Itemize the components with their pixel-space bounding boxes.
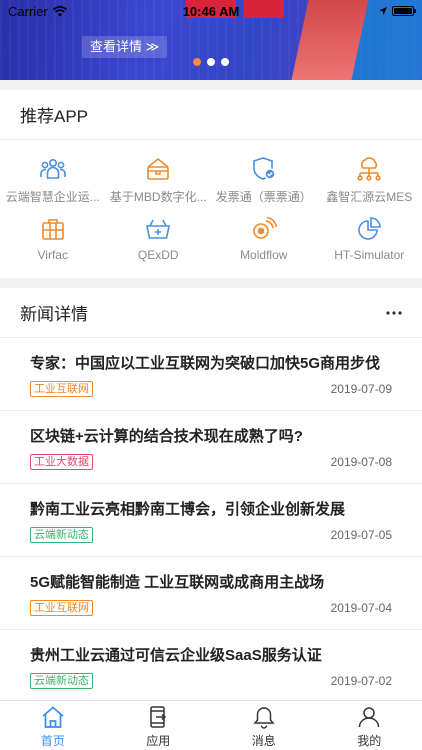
status-bar: Carrier 10:46 AM	[0, 0, 422, 22]
news-tag: 工业大数据	[30, 454, 93, 470]
recommended-apps-section: 推荐APP 云端智慧企业运... 基于MBD数字化... 发票通（票票通） 鑫智…	[0, 90, 422, 278]
news-date: 2019-07-08	[330, 455, 392, 469]
people-icon	[38, 154, 68, 184]
carousel-dot[interactable]	[207, 58, 215, 66]
section-title-text: 新闻详情	[20, 305, 88, 324]
app-item[interactable]: HT-Simulator	[317, 206, 422, 266]
news-headline: 黔南工业云亮相黔南工博会，引领企业创新发展	[30, 501, 346, 518]
news-headline: 区块链+云计算的结合技术现在成熟了吗?	[30, 428, 303, 445]
app-item[interactable]: 基于MBD数字化...	[106, 146, 212, 206]
app-item[interactable]: 发票通（票票通）	[211, 146, 317, 206]
news-headline: 贵州工业云通过可信云企业级SaaS服务认证	[30, 647, 322, 664]
tab-label: 首页	[40, 734, 65, 748]
network-icon	[354, 154, 384, 184]
section-gap	[0, 278, 422, 288]
news-headline: 5G赋能智能制造 工业互联网或成商用主战场	[30, 574, 325, 591]
bottom-tab-bar: 首页 应用 消息 我的	[0, 700, 422, 750]
tab-label: 我的	[357, 734, 382, 748]
news-tag: 云端新动态	[30, 673, 93, 689]
news-headline: 专家：中国应以工业互联网为突破口加快5G商用步伐	[30, 355, 381, 372]
view-details-button[interactable]: 查看详情 ≫	[82, 36, 168, 58]
bell-icon	[250, 704, 278, 730]
toolbox-icon	[143, 154, 173, 184]
news-item[interactable]: 黔南工业云亮相黔南工博会，引领企业创新发展 云端新动态 2019-07-05	[0, 484, 422, 557]
app-item[interactable]: Moldflow	[211, 206, 317, 266]
box-icon	[38, 214, 68, 244]
app-label: 基于MBD数字化...	[109, 190, 207, 204]
location-arrow-icon	[379, 7, 387, 15]
tab-messages[interactable]: 消息	[211, 701, 317, 750]
carrier-label: Carrier	[8, 3, 48, 19]
cart-icon	[143, 214, 173, 244]
news-section: 新闻详情 专家：中国应以工业互联网为突破口加快5G商用步伐 工业互联网 2019…	[0, 288, 422, 700]
news-date: 2019-07-09	[330, 382, 392, 396]
app-label: QExDD	[137, 248, 179, 262]
battery-icon	[392, 6, 416, 16]
section-title: 新闻详情	[0, 288, 422, 338]
app-label: 发票通（票票通）	[215, 190, 312, 204]
tab-profile[interactable]: 我的	[317, 701, 422, 750]
news-tag: 工业互联网	[30, 600, 93, 616]
news-item[interactable]: 区块链+云计算的结合技术现在成熟了吗? 工业大数据 2019-07-08	[0, 411, 422, 484]
news-tag: 工业互联网	[30, 381, 93, 397]
more-icon[interactable]	[386, 310, 402, 315]
app-label: 鑫智汇源云MES	[326, 190, 413, 204]
tab-home[interactable]: 首页	[0, 701, 106, 750]
user-icon	[355, 704, 383, 730]
shield-check-icon	[249, 154, 279, 184]
app-label: HT-Simulator	[334, 248, 405, 262]
carousel-dot[interactable]	[221, 58, 229, 66]
news-item[interactable]: 5G赋能智能制造 工业互联网或成商用主战场 工业互联网 2019-07-04	[0, 557, 422, 630]
app-grid: 云端智慧企业运... 基于MBD数字化... 发票通（票票通） 鑫智汇源云MES…	[0, 140, 422, 266]
wifi-icon	[52, 5, 67, 16]
tab-label: 应用	[146, 734, 171, 748]
app-label: Moldflow	[240, 248, 288, 262]
news-item[interactable]: 专家：中国应以工业互联网为突破口加快5G商用步伐 工业互联网 2019-07-0…	[0, 338, 422, 411]
apps-icon	[144, 704, 172, 730]
news-date: 2019-07-02	[330, 674, 392, 688]
pie-icon	[354, 214, 384, 244]
tab-label: 消息	[251, 734, 276, 748]
carousel-dot[interactable]	[193, 58, 201, 66]
tab-apps[interactable]: 应用	[106, 701, 212, 750]
app-item[interactable]: Virfac	[0, 206, 106, 266]
app-item[interactable]: 云端智慧企业运...	[0, 146, 106, 206]
news-tag: 云端新动态	[30, 527, 93, 543]
app-item[interactable]: QExDD	[106, 206, 212, 266]
app-item[interactable]: 鑫智汇源云MES	[317, 146, 422, 206]
section-title-text: 推荐APP	[20, 107, 89, 126]
app-label: Virfac	[37, 248, 68, 262]
news-date: 2019-07-05	[330, 528, 392, 542]
app-label: 云端智慧企业运...	[5, 190, 100, 204]
signal-icon	[249, 214, 279, 244]
news-list: 专家：中国应以工业互联网为突破口加快5G商用步伐 工业互联网 2019-07-0…	[0, 338, 422, 700]
section-title: 推荐APP	[0, 90, 422, 140]
section-gap	[0, 80, 422, 90]
news-date: 2019-07-04	[330, 601, 392, 615]
carousel-indicators	[193, 58, 229, 66]
home-icon	[39, 704, 67, 730]
news-item[interactable]: 贵州工业云通过可信云企业级SaaS服务认证 云端新动态 2019-07-02	[0, 630, 422, 700]
